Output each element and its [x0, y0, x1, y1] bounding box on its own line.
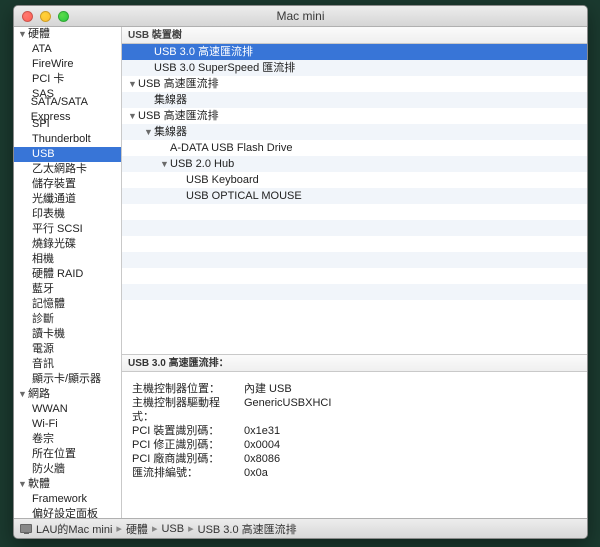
- sidebar-item[interactable]: 燒錄光碟: [14, 237, 121, 252]
- tree-row[interactable]: [122, 284, 587, 300]
- sidebar-item[interactable]: 卷宗: [14, 432, 121, 447]
- sidebar-item[interactable]: USB: [14, 147, 121, 162]
- tree-row[interactable]: ▼USB 2.0 Hub: [122, 156, 587, 172]
- detail-pane: USB 3.0 高速匯流排： 主機控制器位置：內建 USB主機控制器驅動程式：G…: [122, 354, 587, 518]
- tree-row[interactable]: [122, 300, 587, 316]
- sidebar-item[interactable]: 防火牆: [14, 462, 121, 477]
- content-pane: USB 裝置樹 USB 3.0 高速匯流排USB 3.0 SuperSpeed …: [122, 27, 587, 518]
- tree-row[interactable]: 集線器: [122, 92, 587, 108]
- sidebar-item[interactable]: 讀卡機: [14, 327, 121, 342]
- statusbar: LAU的Mac mini ▸ 硬體 ▸ USB ▸ USB 3.0 高速匯流排: [14, 518, 587, 538]
- zoom-icon[interactable]: [58, 11, 69, 22]
- path-segment[interactable]: LAU的Mac mini: [36, 521, 112, 537]
- tree-row[interactable]: USB 3.0 SuperSpeed 匯流排: [122, 60, 587, 76]
- tree-row[interactable]: [122, 252, 587, 268]
- sidebar-item[interactable]: 診斷: [14, 312, 121, 327]
- tree-row[interactable]: USB Keyboard: [122, 172, 587, 188]
- system-profiler-window: Mac mini ▼硬體ATAFireWirePCI 卡SASSATA/SATA…: [13, 5, 588, 539]
- window-title: Mac mini: [14, 9, 587, 23]
- device-tree[interactable]: USB 3.0 高速匯流排USB 3.0 SuperSpeed 匯流排▼USB …: [122, 44, 587, 354]
- sidebar-item[interactable]: 硬體 RAID: [14, 267, 121, 282]
- detail-row: PCI 廠商識別碼：0x8086: [132, 452, 577, 466]
- sidebar-item[interactable]: ATA: [14, 42, 121, 57]
- sidebar-item[interactable]: 相機: [14, 252, 121, 267]
- sidebar-item[interactable]: Wi-Fi: [14, 417, 121, 432]
- sidebar-item[interactable]: FireWire: [14, 57, 121, 72]
- sidebar-item[interactable]: 音訊: [14, 357, 121, 372]
- detail-row: 主機控制器驅動程式：GenericUSBXHCI: [132, 396, 577, 424]
- sidebar-item[interactable]: 乙太網路卡: [14, 162, 121, 177]
- path-segment[interactable]: USB 3.0 高速匯流排: [198, 521, 297, 537]
- sidebar-item[interactable]: Framework: [14, 492, 121, 507]
- sidebar-item[interactable]: PCI 卡: [14, 72, 121, 87]
- detail-row: PCI 修正識別碼：0x0004: [132, 438, 577, 452]
- sidebar-item[interactable]: 顯示卡/顯示器: [14, 372, 121, 387]
- tree-row[interactable]: ▼USB 高速匯流排: [122, 76, 587, 92]
- sidebar-category[interactable]: ▼網路: [14, 387, 121, 402]
- tree-header: USB 裝置樹: [122, 27, 587, 44]
- detail-row: PCI 裝置識別碼：0x1e31: [132, 424, 577, 438]
- tree-row[interactable]: [122, 236, 587, 252]
- tree-row[interactable]: [122, 220, 587, 236]
- detail-row: 匯流排編號：0x0a: [132, 466, 577, 480]
- main-content: ▼硬體ATAFireWirePCI 卡SASSATA/SATA ExpressS…: [14, 27, 587, 518]
- tree-row[interactable]: USB OPTICAL MOUSE: [122, 188, 587, 204]
- tree-row[interactable]: [122, 204, 587, 220]
- path-segment[interactable]: USB: [161, 523, 184, 535]
- sidebar-item[interactable]: 印表機: [14, 207, 121, 222]
- sidebar-item[interactable]: 電源: [14, 342, 121, 357]
- sidebar-category[interactable]: ▼軟體: [14, 477, 121, 492]
- sidebar-item[interactable]: 所在位置: [14, 447, 121, 462]
- sidebar-category[interactable]: ▼硬體: [14, 27, 121, 42]
- tree-row[interactable]: A-DATA USB Flash Drive: [122, 140, 587, 156]
- tree-row[interactable]: ▼集線器: [122, 124, 587, 140]
- tree-row[interactable]: ▼USB 高速匯流排: [122, 108, 587, 124]
- tree-row[interactable]: [122, 268, 587, 284]
- sidebar-item[interactable]: WWAN: [14, 402, 121, 417]
- sidebar-item[interactable]: Thunderbolt: [14, 132, 121, 147]
- detail-body: 主機控制器位置：內建 USB主機控制器驅動程式：GenericUSBXHCIPC…: [122, 372, 587, 518]
- computer-icon: [20, 524, 32, 533]
- sidebar-item[interactable]: 平行 SCSI: [14, 222, 121, 237]
- sidebar-item[interactable]: SATA/SATA Express: [14, 102, 121, 117]
- titlebar[interactable]: Mac mini: [14, 6, 587, 27]
- sidebar-item[interactable]: 光纖通道: [14, 192, 121, 207]
- sidebar-item[interactable]: 儲存裝置: [14, 177, 121, 192]
- detail-row: 主機控制器位置：內建 USB: [132, 382, 577, 396]
- path-segment[interactable]: 硬體: [126, 521, 148, 537]
- close-icon[interactable]: [22, 11, 33, 22]
- detail-header: USB 3.0 高速匯流排：: [122, 355, 587, 372]
- tree-row[interactable]: USB 3.0 高速匯流排: [122, 44, 587, 60]
- sidebar-item[interactable]: 偏好設定面板: [14, 507, 121, 518]
- sidebar-item[interactable]: 記憶體: [14, 297, 121, 312]
- minimize-icon[interactable]: [40, 11, 51, 22]
- traffic-lights: [22, 11, 69, 22]
- sidebar-item[interactable]: 藍牙: [14, 282, 121, 297]
- sidebar[interactable]: ▼硬體ATAFireWirePCI 卡SASSATA/SATA ExpressS…: [14, 27, 122, 518]
